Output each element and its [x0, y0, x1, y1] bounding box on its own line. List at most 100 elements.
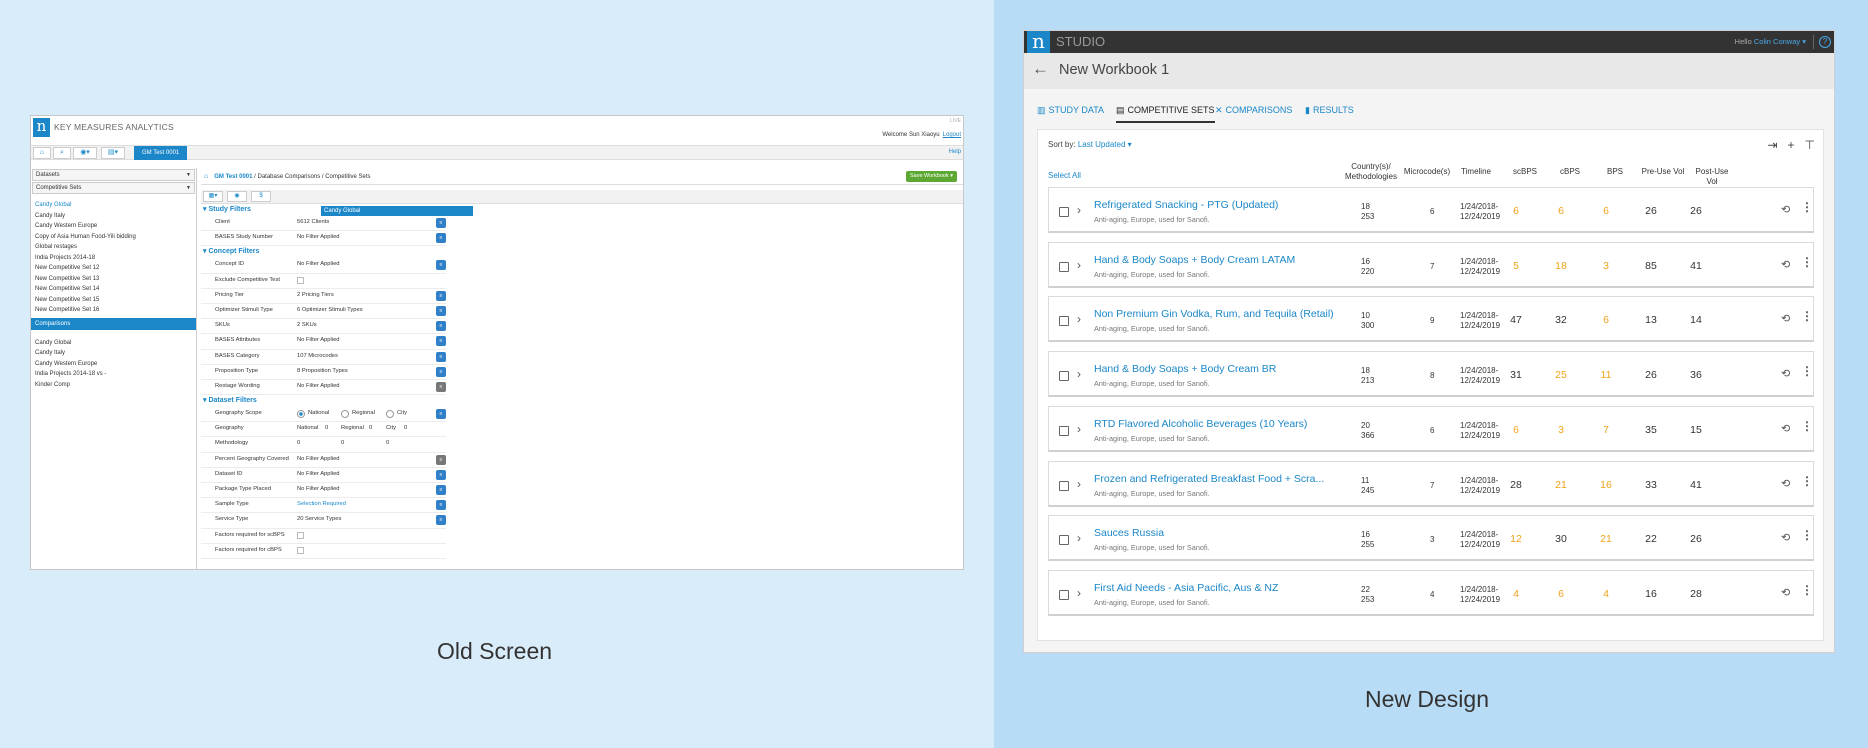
row-checkbox[interactable] — [1059, 535, 1069, 546]
print-icon[interactable]: ▤▾ — [101, 147, 125, 159]
tab-study-data[interactable]: ▥ STUDY DATA — [1037, 103, 1104, 123]
tab-results[interactable]: ▮ RESULTS — [1305, 103, 1354, 123]
edit-filter-icon[interactable]: ≡ — [436, 321, 446, 332]
competitive-set-item[interactable]: Global restages — [31, 242, 196, 253]
sync-icon[interactable]: ⟲ — [1781, 367, 1790, 380]
edit-filter-icon[interactable]: ≡ — [436, 336, 446, 347]
row-title[interactable]: Refrigerated Snacking - PTG (Updated) — [1094, 199, 1278, 211]
sort-control[interactable]: Sort by: Last Updated ▾ — [1048, 140, 1132, 149]
competitive-set-row[interactable]: › First Aid Needs - Asia Pacific, Aus & N… — [1048, 569, 1814, 616]
competitive-set-row[interactable]: › Hand & Body Soaps + Body Cream LATAM Ant… — [1048, 241, 1814, 288]
radio-national[interactable] — [297, 410, 305, 419]
comparisons-header[interactable]: Comparisons — [31, 317, 196, 330]
filter-checkbox[interactable] — [297, 531, 304, 539]
more-vertical-icon[interactable]: ⋮ — [1801, 364, 1813, 378]
chevron-right-icon[interactable]: › — [1077, 586, 1081, 600]
row-checkbox[interactable] — [1059, 316, 1069, 327]
row-checkbox[interactable] — [1059, 371, 1069, 382]
more-vertical-icon[interactable]: ⋮ — [1801, 200, 1813, 214]
filter-section-title[interactable]: ▾ Concept Filters — [201, 246, 446, 258]
edit-filter-icon[interactable]: ≡ — [436, 351, 446, 362]
back-arrow-icon[interactable]: ← — [1032, 59, 1049, 79]
row-title[interactable]: Sauces Russia — [1094, 527, 1164, 539]
comparison-item[interactable]: Candy Global — [31, 338, 196, 349]
chevron-right-icon[interactable]: › — [1077, 422, 1081, 436]
competitive-set-row[interactable]: › RTD Flavored Alcoholic Beverages (10 Ye… — [1048, 405, 1814, 452]
sync-icon[interactable]: ⟲ — [1781, 477, 1790, 490]
filter-value[interactable]: Selection Required — [297, 501, 346, 507]
import-icon[interactable]: ⇥ — [1767, 138, 1777, 152]
search-icon[interactable]: ⌕ — [53, 147, 71, 159]
comparison-item[interactable]: Candy Italy — [31, 348, 196, 359]
edit-filter-icon[interactable]: ≡ — [436, 500, 446, 511]
row-checkbox[interactable] — [1059, 480, 1069, 491]
sync-icon[interactable]: ⟲ — [1781, 422, 1790, 435]
more-vertical-icon[interactable]: ⋮ — [1801, 255, 1813, 269]
edit-filter-icon[interactable]: ≡ — [436, 409, 446, 420]
comparison-item[interactable]: India Projects 2014-18 vs - — [31, 369, 196, 380]
filter-checkbox[interactable] — [297, 276, 304, 284]
competitive-set-row[interactable]: › Hand & Body Soaps + Body Cream BR Anti-a… — [1048, 351, 1814, 398]
target-icon[interactable]: ◉ — [227, 191, 247, 202]
competitive-set-item[interactable]: New Competitive Set 14 — [31, 284, 196, 295]
sync-icon[interactable]: ⟲ — [1781, 203, 1790, 216]
breadcrumb-root[interactable]: GM Test 0001 — [214, 174, 252, 180]
edit-filter-icon[interactable]: ≡ — [436, 485, 446, 495]
row-checkbox[interactable] — [1059, 261, 1069, 272]
datasets-dropdown[interactable]: Datasets ▼ — [32, 169, 195, 181]
competitive-set-row[interactable]: › Non Premium Gin Vodka, Rum, and Tequila… — [1048, 296, 1814, 343]
edit-filter-icon[interactable]: ≡ — [436, 515, 446, 526]
row-checkbox[interactable] — [1059, 425, 1069, 436]
competitive-set-row[interactable]: › Frozen and Refrigerated Breakfast Food … — [1048, 460, 1814, 507]
help-icon[interactable]: ? — [1819, 36, 1831, 48]
competitive-set-item[interactable]: Candy Global — [31, 200, 196, 211]
chevron-right-icon[interactable]: › — [1077, 367, 1081, 381]
sync-icon[interactable]: ⟲ — [1781, 312, 1790, 325]
chevron-right-icon[interactable]: › — [1077, 203, 1081, 217]
radio-city[interactable] — [386, 410, 394, 419]
row-title[interactable]: Hand & Body Soaps + Body Cream BR — [1094, 363, 1276, 375]
edit-filter-icon[interactable]: ≡ — [436, 290, 446, 301]
grid-icon[interactable]: ▦▾ — [203, 191, 223, 202]
competitive-set-row[interactable]: › Sauces Russia Anti-aging, Europe, used f… — [1048, 515, 1814, 562]
home-icon[interactable]: ⌂ — [33, 147, 51, 159]
competitive-set-item[interactable]: India Projects 2014-18 — [31, 253, 196, 264]
edit-filter-icon[interactable]: ≡ — [436, 366, 446, 377]
old-logo[interactable]: n — [33, 118, 50, 137]
edit-filter-icon[interactable]: ≡ — [436, 260, 446, 271]
filter-checkbox[interactable] — [297, 546, 304, 554]
help-link[interactable]: Help — [949, 149, 961, 155]
tab-comparisons[interactable]: ✕ COMPARISONS — [1215, 103, 1292, 123]
edit-filter-icon[interactable]: ≡ — [436, 233, 446, 244]
row-checkbox[interactable] — [1059, 589, 1069, 600]
competitive-set-item[interactable]: New Competitive Set 13 — [31, 274, 196, 285]
comparison-item[interactable]: Candy Western Europe — [31, 359, 196, 370]
competitive-set-item[interactable]: Candy Italy — [31, 211, 196, 222]
edit-filter-icon[interactable]: ≡ — [436, 381, 446, 392]
sync-icon[interactable]: ⟲ — [1781, 258, 1790, 271]
row-checkbox[interactable] — [1059, 207, 1069, 217]
comparison-item[interactable]: Kinder Comp — [31, 380, 196, 391]
row-title[interactable]: Frozen and Refrigerated Breakfast Food +… — [1094, 473, 1324, 485]
save-workbook-button[interactable]: Save Workbook ▾ — [905, 171, 957, 182]
more-vertical-icon[interactable]: ⋮ — [1801, 309, 1813, 323]
chevron-right-icon[interactable]: › — [1077, 477, 1081, 491]
tab-gm-test[interactable]: GM Test 0001 — [134, 146, 188, 160]
tab-competitive-sets[interactable]: ▤ COMPETITIVE SETS — [1116, 103, 1215, 123]
edit-filter-icon[interactable]: ≡ — [436, 454, 446, 465]
more-vertical-icon[interactable]: ⋮ — [1801, 528, 1813, 542]
row-title[interactable]: First Aid Needs - Asia Pacific, Aus & NZ — [1094, 582, 1278, 594]
filter-icon[interactable]: ⊤ — [1805, 138, 1815, 152]
new-logo[interactable]: n — [1027, 31, 1050, 53]
more-vertical-icon[interactable]: ⋮ — [1801, 583, 1813, 597]
sync-icon[interactable]: ⟲ — [1781, 586, 1790, 599]
row-title[interactable]: RTD Flavored Alcoholic Beverages (10 Yea… — [1094, 418, 1307, 430]
more-vertical-icon[interactable]: ⋮ — [1801, 419, 1813, 433]
logout-link[interactable]: Logout — [943, 132, 961, 138]
target-icon[interactable]: ◉▾ — [73, 147, 97, 159]
edit-filter-icon[interactable]: ≡ — [436, 469, 446, 480]
competitive-set-item[interactable]: Copy of Asia Human Food-Yili bidding — [31, 232, 196, 243]
filter-section-title[interactable]: ▾ Dataset Filters — [201, 395, 446, 407]
competitive-set-item[interactable]: Candy Western Europe — [31, 221, 196, 232]
more-vertical-icon[interactable]: ⋮ — [1801, 474, 1813, 488]
